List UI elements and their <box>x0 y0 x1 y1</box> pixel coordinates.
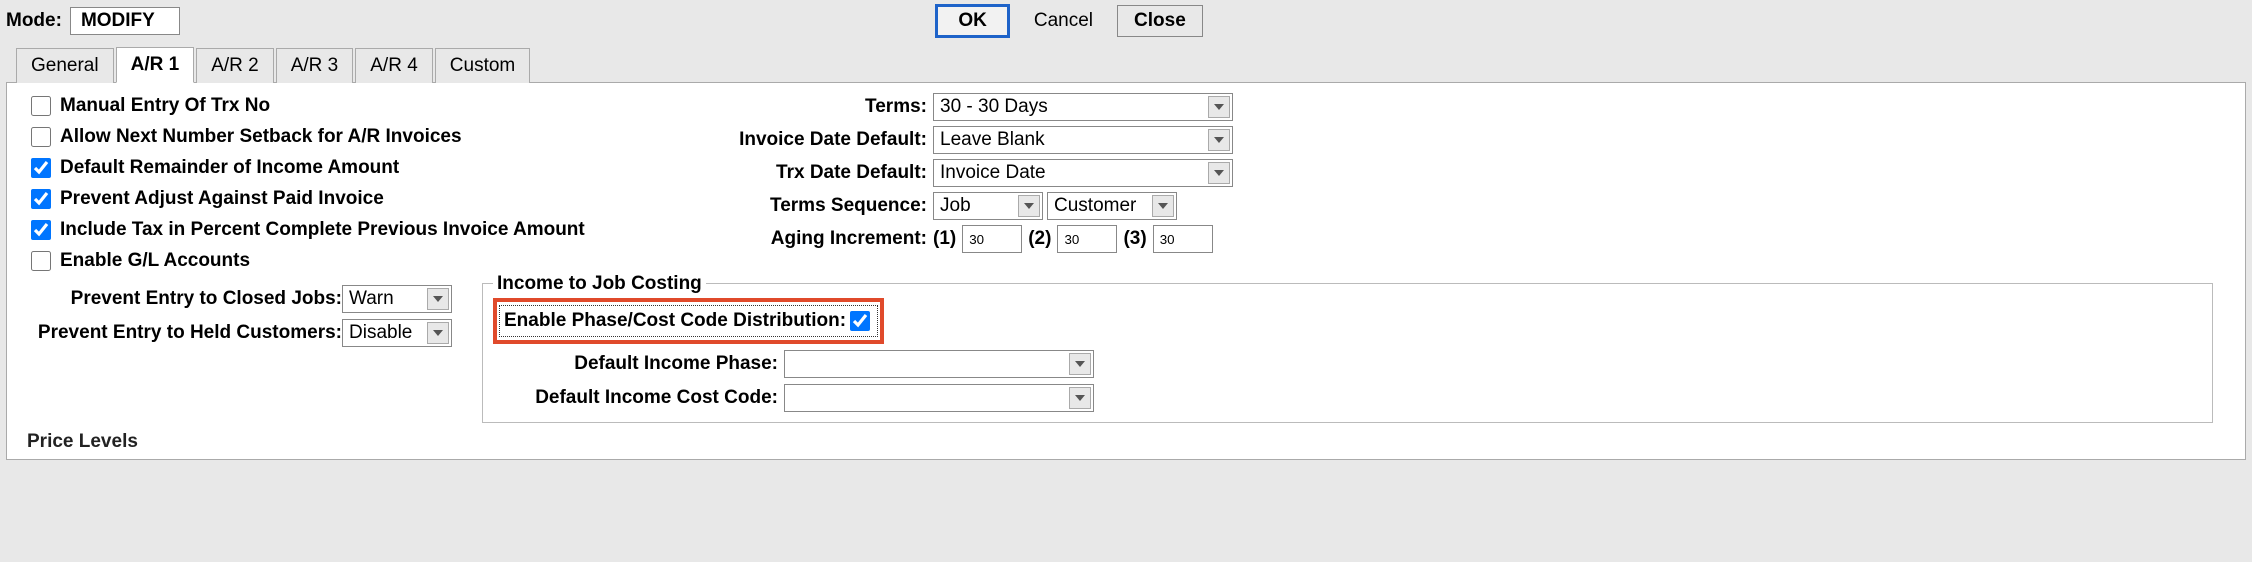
tab-ar4[interactable]: A/R 4 <box>355 48 433 83</box>
label-default-phase: Default Income Phase: <box>493 353 778 375</box>
label-prevent-held-customers: Prevent Entry to Held Customers: <box>27 322 342 344</box>
select-terms[interactable]: 30 - 30 Days <box>933 93 1233 121</box>
label-terms-seq: Terms Sequence: <box>697 195 927 217</box>
checkbox-include-tax[interactable] <box>31 220 51 240</box>
checkbox-allow-next-number[interactable] <box>31 127 51 147</box>
select-terms-seq-2[interactable]: Customer <box>1047 192 1177 220</box>
tab-ar1[interactable]: A/R 1 <box>116 47 195 83</box>
select-trx-date-value: Invoice Date <box>940 162 1046 184</box>
fieldset-income-to-job-costing: Income to Job Costing Enable Phase/Cost … <box>482 283 2213 423</box>
checkbox-enable-phase[interactable] <box>850 311 870 331</box>
tab-custom[interactable]: Custom <box>435 48 530 83</box>
chevron-down-icon <box>1069 387 1091 409</box>
select-trx-date[interactable]: Invoice Date <box>933 159 1233 187</box>
label-prevent-closed-jobs: Prevent Entry to Closed Jobs: <box>27 288 342 310</box>
tab-ar3[interactable]: A/R 3 <box>276 48 354 83</box>
chevron-down-icon <box>1208 162 1230 184</box>
chevron-down-icon <box>427 288 449 310</box>
chevron-down-icon <box>1208 129 1230 151</box>
tab-content: Manual Entry Of Trx No Allow Next Number… <box>6 83 2246 460</box>
select-default-phase[interactable] <box>784 350 1094 378</box>
checkbox-default-remainder[interactable] <box>31 158 51 178</box>
header-bar: Mode: MODIFY OK Cancel Close <box>6 4 2246 38</box>
chevron-down-icon <box>1069 353 1091 375</box>
app-window: Mode: MODIFY OK Cancel Close General A/R… <box>0 0 2252 464</box>
label-enable-gl: Enable G/L Accounts <box>60 250 250 272</box>
tab-ar2[interactable]: A/R 2 <box>196 48 274 83</box>
aging-3-label: (3) <box>1123 228 1146 250</box>
checkbox-enable-gl[interactable] <box>31 251 51 271</box>
left-sub: Prevent Entry to Closed Jobs: Warn Preve… <box>27 285 462 347</box>
label-prevent-adjust: Prevent Adjust Against Paid Invoice <box>60 188 384 210</box>
label-include-tax: Include Tax in Percent Complete Previous… <box>60 219 585 241</box>
label-terms: Terms: <box>697 96 927 118</box>
aging-2-label: (2) <box>1028 228 1051 250</box>
left-column: Manual Entry Of Trx No Allow Next Number… <box>27 93 667 279</box>
select-terms-value: 30 - 30 Days <box>940 96 1048 118</box>
aging-2-input[interactable] <box>1057 225 1117 253</box>
aging-1-input[interactable] <box>962 225 1022 253</box>
chevron-down-icon <box>1208 96 1230 118</box>
select-prevent-closed-jobs[interactable]: Warn <box>342 285 452 313</box>
label-default-remainder: Default Remainder of Income Amount <box>60 157 399 179</box>
aging-3-input[interactable] <box>1153 225 1213 253</box>
chevron-down-icon <box>427 322 449 344</box>
select-prevent-closed-jobs-value: Warn <box>349 288 394 310</box>
cancel-button[interactable]: Cancel <box>1018 6 1109 36</box>
select-terms-seq-1-value: Job <box>940 195 971 217</box>
select-invoice-date[interactable]: Leave Blank <box>933 126 1233 154</box>
mode-label: Mode: <box>6 10 62 32</box>
aging-1-label: (1) <box>933 228 956 250</box>
right-column: Terms: 30 - 30 Days Invoice Date Default… <box>697 93 2225 279</box>
select-prevent-held-customers-value: Disable <box>349 322 412 344</box>
label-invoice-date: Invoice Date Default: <box>697 129 927 151</box>
label-aging: Aging Increment: <box>697 228 927 250</box>
chevron-down-icon <box>1018 195 1040 217</box>
label-manual-entry: Manual Entry Of Trx No <box>60 95 270 117</box>
label-allow-next-number: Allow Next Number Setback for A/R Invoic… <box>60 126 462 148</box>
select-terms-seq-2-value: Customer <box>1054 195 1136 217</box>
price-levels-heading: Price Levels <box>7 423 2245 453</box>
checkbox-manual-entry[interactable] <box>31 96 51 116</box>
tab-general[interactable]: General <box>16 48 114 83</box>
close-button[interactable]: Close <box>1117 5 1203 37</box>
legend-income: Income to Job Costing <box>493 273 706 295</box>
tab-bar: General A/R 1 A/R 2 A/R 3 A/R 4 Custom <box>6 46 2246 83</box>
chevron-down-icon <box>1152 195 1174 217</box>
label-default-cost: Default Income Cost Code: <box>493 387 778 409</box>
label-enable-phase: Enable Phase/Cost Code Distribution: <box>504 310 846 332</box>
mode-value: MODIFY <box>70 7 180 35</box>
select-default-cost[interactable] <box>784 384 1094 412</box>
checkbox-prevent-adjust[interactable] <box>31 189 51 209</box>
select-prevent-held-customers[interactable]: Disable <box>342 319 452 347</box>
label-trx-date: Trx Date Default: <box>697 162 927 184</box>
highlight-box: Enable Phase/Cost Code Distribution: <box>493 298 884 344</box>
select-terms-seq-1[interactable]: Job <box>933 192 1043 220</box>
select-invoice-date-value: Leave Blank <box>940 129 1045 151</box>
ok-button[interactable]: OK <box>935 4 1010 38</box>
